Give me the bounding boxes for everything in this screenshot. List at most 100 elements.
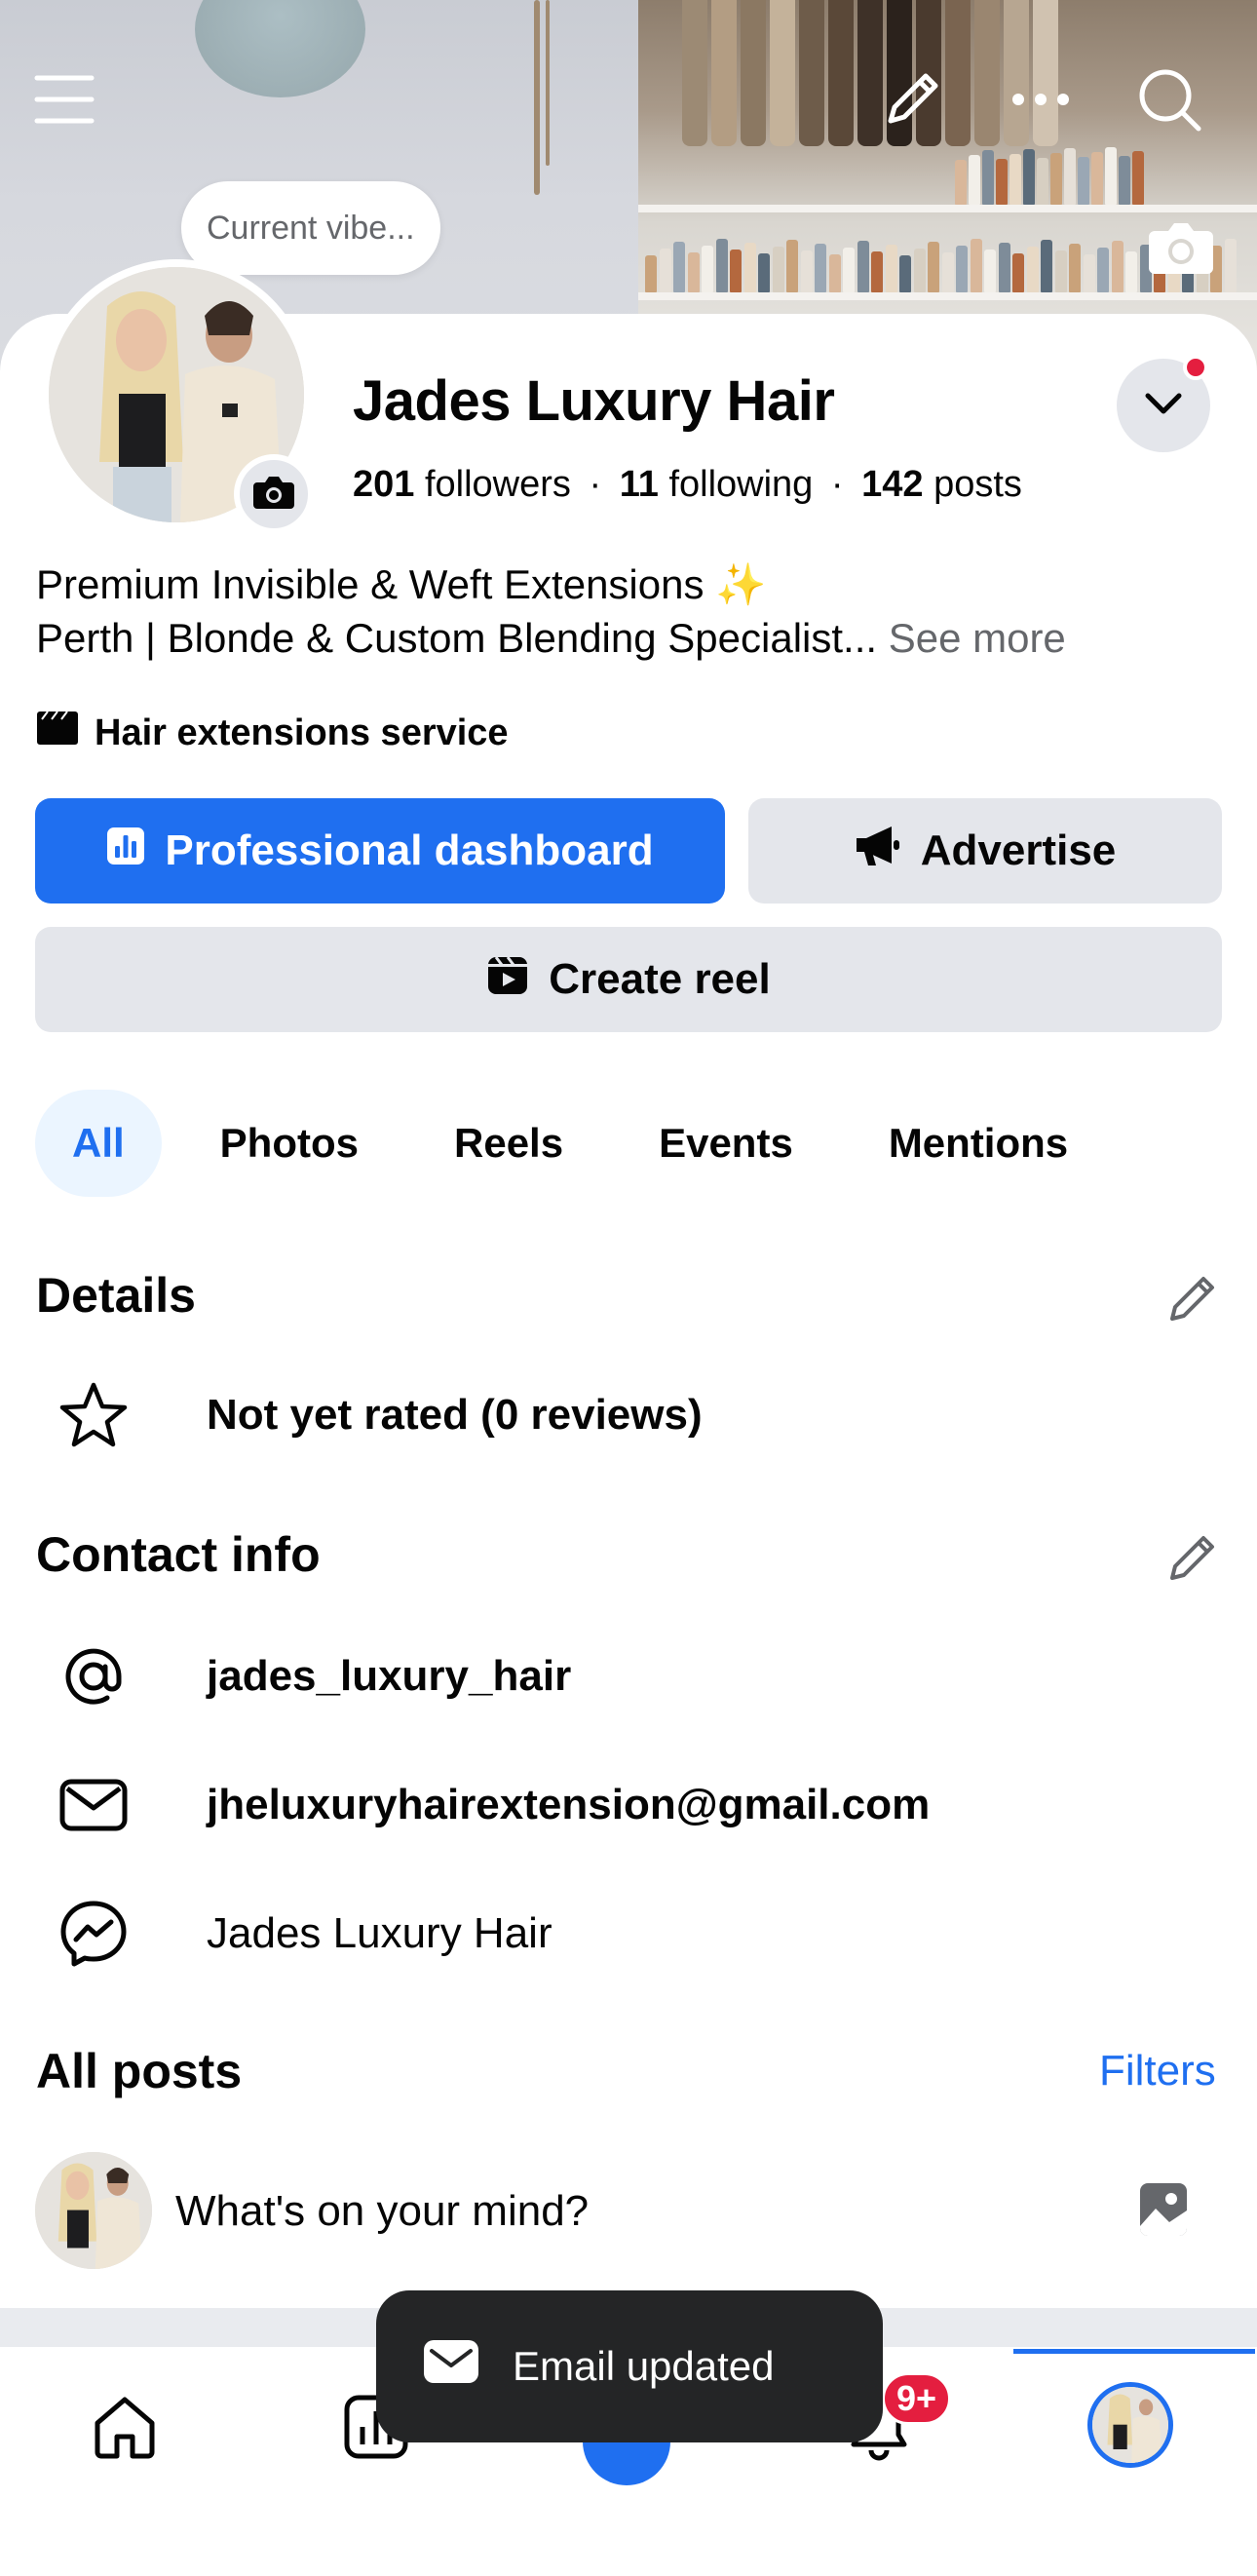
cover-bottle xyxy=(800,250,813,292)
cover-bottle xyxy=(715,239,728,292)
cover-bottle xyxy=(743,243,756,292)
bio-line: Perth | Blonde & Custom Blending Special… xyxy=(36,615,878,661)
following-count[interactable]: 11 xyxy=(620,464,659,505)
notification-dot xyxy=(1183,355,1208,380)
tab-mentions[interactable]: Mentions xyxy=(852,1090,1105,1197)
messenger-icon xyxy=(55,1895,133,1973)
email-row[interactable]: jheluxuryhairextension@gmail.com xyxy=(55,1766,930,1844)
cover-bottle xyxy=(1064,148,1076,205)
cover-bottle xyxy=(1069,244,1081,292)
cover-bottle xyxy=(687,252,700,292)
camera-icon[interactable] xyxy=(1142,209,1220,287)
cover-bottle xyxy=(1097,248,1109,292)
more-dots-icon[interactable] xyxy=(1002,60,1080,138)
reel-icon xyxy=(486,953,529,1007)
cover-bottle xyxy=(885,245,897,292)
advertise-label: Advertise xyxy=(920,827,1117,874)
cover-bottle xyxy=(899,255,911,292)
cover-bottle xyxy=(1078,157,1089,205)
create-reel-button[interactable]: Create reel xyxy=(35,927,1222,1032)
cover-hair xyxy=(828,0,854,146)
cover-bottle xyxy=(786,240,798,292)
avatar-camera-button[interactable] xyxy=(234,454,314,534)
cover-bottle xyxy=(998,243,1010,292)
page-category: Hair extensions service xyxy=(36,710,509,756)
advertise-button[interactable]: Advertise xyxy=(748,798,1222,904)
toast-text: Email updated xyxy=(513,2343,775,2389)
cover-bottle xyxy=(996,159,1008,205)
cover-bottle xyxy=(1037,158,1048,205)
following-label[interactable]: following xyxy=(668,464,813,505)
followers-count[interactable]: 201 xyxy=(353,464,414,505)
cover-bottle xyxy=(982,150,994,205)
at-sign-icon xyxy=(55,1637,133,1715)
cover-bottle xyxy=(815,244,826,292)
cover-bottle xyxy=(984,250,996,292)
status-note-bubble[interactable]: Current vibe... xyxy=(181,181,440,275)
composer-input[interactable]: What's on your mind? xyxy=(175,2187,589,2236)
tab-reels[interactable]: Reels xyxy=(417,1090,600,1197)
category-label: Hair extensions service xyxy=(95,711,509,753)
cover-bottle xyxy=(956,246,968,292)
cover-bottle xyxy=(1083,254,1095,292)
cover-bottle xyxy=(857,241,869,292)
hamburger-menu-icon[interactable] xyxy=(25,60,103,138)
clapperboard-icon xyxy=(36,710,79,756)
toast-notification: Email updated xyxy=(376,2290,883,2442)
see-more-link[interactable]: See more xyxy=(889,615,1066,661)
search-icon[interactable] xyxy=(1130,60,1208,138)
cover-hair xyxy=(741,0,766,146)
megaphone-icon xyxy=(855,825,901,878)
edit-details-pencil-icon[interactable] xyxy=(1162,1267,1224,1329)
cover-bottle xyxy=(1125,251,1137,292)
photo-icon[interactable] xyxy=(1138,2181,1189,2238)
cover-bottle xyxy=(1050,153,1062,205)
cover-bottle xyxy=(1111,241,1124,292)
cover-bottle xyxy=(843,248,855,292)
cover-hair xyxy=(711,0,737,146)
cover-shelf xyxy=(638,292,1257,300)
tab-events[interactable]: Events xyxy=(622,1090,830,1197)
professional-dashboard-button[interactable]: Professional dashboard xyxy=(35,798,725,904)
composer-avatar[interactable] xyxy=(35,2152,152,2269)
home-icon[interactable] xyxy=(76,2378,173,2476)
cover-bottle xyxy=(645,255,657,292)
stats-separator: · xyxy=(830,464,844,505)
professional-dashboard-label: Professional dashboard xyxy=(165,827,654,874)
profile-stats: 201 followers · 11 following · 142 posts xyxy=(353,464,1022,506)
instagram-handle: jades_luxury_hair xyxy=(207,1652,572,1700)
instagram-row[interactable]: jades_luxury_hair xyxy=(55,1637,571,1715)
stats-separator: · xyxy=(589,464,602,505)
cover-bottle xyxy=(659,249,671,292)
cover-bottle xyxy=(1091,152,1103,205)
rating-text: Not yet rated (0 reviews) xyxy=(207,1391,703,1439)
cover-bottle xyxy=(1119,156,1130,205)
cover-bottle xyxy=(969,155,980,205)
envelope-icon xyxy=(423,2339,479,2394)
profile-tab-avatar[interactable] xyxy=(1087,2382,1173,2468)
cover-tassel xyxy=(546,0,550,166)
chevron-down-icon xyxy=(1144,392,1183,420)
cover-bottle xyxy=(1054,250,1067,292)
chart-icon xyxy=(106,827,145,876)
cover-hair xyxy=(799,0,824,146)
cover-bottle xyxy=(730,250,742,292)
pencil-icon[interactable] xyxy=(873,60,951,138)
notifications-badge: 9+ xyxy=(882,2372,952,2425)
tab-all[interactable]: All xyxy=(35,1090,162,1197)
edit-contact-pencil-icon[interactable] xyxy=(1162,1526,1224,1589)
all-posts-heading: All posts xyxy=(36,2044,243,2098)
nav-active-indicator xyxy=(1013,2349,1255,2354)
cover-bottle xyxy=(955,160,967,205)
cover-bottle xyxy=(1224,239,1237,292)
messenger-row[interactable]: Jades Luxury Hair xyxy=(55,1895,552,1973)
cover-hair xyxy=(974,0,1000,146)
cover-bottle xyxy=(1009,154,1021,205)
cover-bottle xyxy=(928,242,939,292)
posts-label: posts xyxy=(933,464,1022,505)
cover-bottle xyxy=(1012,253,1024,292)
followers-label[interactable]: followers xyxy=(425,464,571,505)
tab-photos[interactable]: Photos xyxy=(183,1090,396,1197)
cover-bottle xyxy=(828,254,841,292)
filters-link[interactable]: Filters xyxy=(1099,2047,1216,2095)
